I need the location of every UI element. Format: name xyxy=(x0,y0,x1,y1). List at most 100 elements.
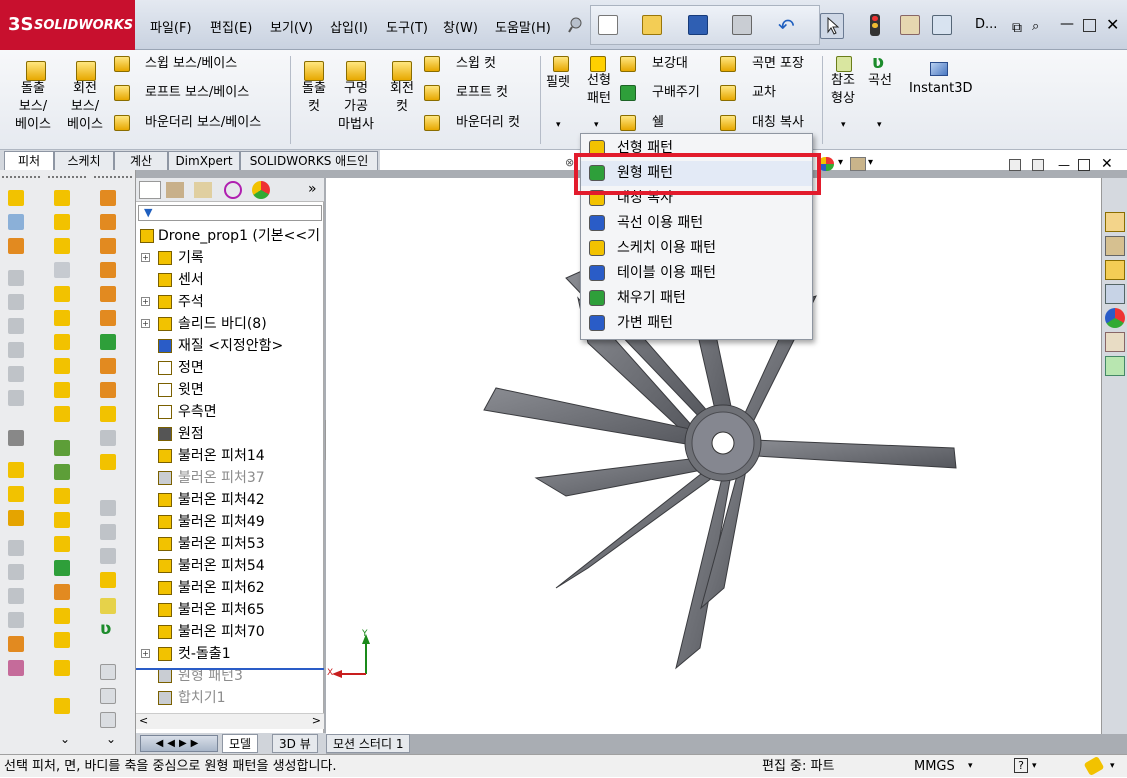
expand-toggle-icon[interactable]: + xyxy=(141,319,150,328)
feature-icon[interactable] xyxy=(54,440,70,456)
sketch-tool-icon[interactable] xyxy=(8,270,24,286)
sketch-tool-icon[interactable] xyxy=(8,342,24,358)
menu-edit[interactable]: 편집(E) xyxy=(210,17,252,36)
sketch-tool-icon[interactable] xyxy=(8,390,24,406)
tab-motion-study[interactable]: 모션 스터디 1 xyxy=(326,734,411,753)
split-view-icon[interactable] xyxy=(1032,159,1044,171)
modify-icon[interactable] xyxy=(100,238,116,254)
chevron-down-icon[interactable]: ⌄ xyxy=(60,732,70,746)
feature-icon[interactable] xyxy=(54,464,70,480)
modify-icon[interactable] xyxy=(100,214,116,230)
feature-icon[interactable] xyxy=(54,334,70,350)
maximize-button[interactable] xyxy=(1083,19,1096,32)
feature-icon[interactable] xyxy=(54,358,70,374)
modify-icon[interactable] xyxy=(100,524,116,540)
feature-icon[interactable] xyxy=(54,608,70,624)
tool-icon[interactable] xyxy=(8,612,24,628)
intersect-button[interactable]: 교차 xyxy=(752,84,776,102)
wrap-button[interactable]: 곡면 포장 xyxy=(752,55,804,73)
part-icon[interactable] xyxy=(8,486,24,502)
sweep-icon[interactable] xyxy=(8,238,24,254)
chevron-down-icon[interactable]: ⌄ xyxy=(106,732,116,746)
display-manager-tab-icon[interactable] xyxy=(252,181,270,199)
feature-icon[interactable] xyxy=(54,406,70,422)
pattern-menu-item[interactable]: 테이블 이용 패턴 xyxy=(581,261,812,286)
tool-icon[interactable] xyxy=(8,540,24,556)
unit-dropdown-arrow[interactable]: ▾ xyxy=(968,755,973,778)
restore-icon[interactable]: ⧉ xyxy=(1012,20,1022,36)
linear-pattern-icon[interactable] xyxy=(590,56,606,72)
modify-icon[interactable] xyxy=(100,358,116,374)
expand-toggle-icon[interactable]: + xyxy=(141,297,150,306)
boundary-cut-button[interactable]: 바운더리 컷 xyxy=(456,114,520,132)
fillet-dropdown-arrow[interactable]: ▾ xyxy=(556,120,561,130)
rib-button[interactable]: 보강대 xyxy=(652,55,688,73)
curves-icon[interactable]: ʋ xyxy=(100,619,111,639)
part-icon[interactable] xyxy=(8,510,24,526)
configuration-manager-tab-icon[interactable] xyxy=(194,182,212,198)
tab-model[interactable]: 모델 xyxy=(222,734,259,753)
feature-icon[interactable] xyxy=(54,238,70,254)
tool-icon[interactable] xyxy=(8,588,24,604)
sweep-boss-button[interactable]: 스윕 보스/베이스 xyxy=(145,55,237,73)
modify-icon[interactable] xyxy=(100,664,116,680)
tool-icon[interactable] xyxy=(8,430,24,446)
tool-icon[interactable] xyxy=(8,660,24,676)
loft-boss-button[interactable]: 로프트 보스/베이스 xyxy=(145,84,249,102)
revolve-icon[interactable] xyxy=(8,214,24,230)
fillet-button[interactable]: 필렛 xyxy=(546,74,570,92)
modify-icon[interactable] xyxy=(100,572,116,588)
pin-icon[interactable] xyxy=(567,16,583,34)
mirror-button[interactable]: 대칭 복사 xyxy=(752,114,804,132)
pattern-menu-item[interactable]: 가변 패턴 xyxy=(581,311,812,336)
modify-icon[interactable] xyxy=(100,598,116,614)
viewport-minimize-button[interactable]: — xyxy=(1058,158,1070,172)
revolve-boss-button[interactable]: 회전 보스/베이스 xyxy=(58,80,112,134)
close-icon[interactable]: ⊗ xyxy=(565,156,574,169)
modify-icon[interactable] xyxy=(100,310,116,326)
expand-panel-icon[interactable]: » xyxy=(308,181,317,197)
revolve-cut-button[interactable]: 회전 컷 xyxy=(380,80,424,116)
split-view-icon[interactable] xyxy=(1009,159,1021,171)
solidworks-logo[interactable]: 3S SOLIDWORKS xyxy=(0,0,135,50)
tag-dropdown-arrow[interactable]: ▾ xyxy=(1110,755,1115,778)
boundary-boss-button[interactable]: 바운더리 보스/베이스 xyxy=(145,114,261,132)
dimxpert-tab-icon[interactable] xyxy=(224,181,242,199)
select-arrow-icon[interactable] xyxy=(820,13,844,39)
feature-icon[interactable] xyxy=(54,584,70,600)
modify-icon[interactable] xyxy=(100,262,116,278)
property-manager-tab-icon[interactable] xyxy=(166,182,184,198)
modify-icon[interactable] xyxy=(100,454,116,470)
feature-icon[interactable] xyxy=(54,382,70,398)
view-palette-icon[interactable] xyxy=(1105,284,1125,304)
tab-features[interactable]: 피처 xyxy=(4,151,54,170)
modify-icon[interactable] xyxy=(100,334,116,350)
loft-cut-button[interactable]: 로프트 컷 xyxy=(456,84,508,102)
part-icon[interactable] xyxy=(8,462,24,478)
file-explorer-icon[interactable] xyxy=(1105,260,1125,280)
close-button[interactable]: ✕ xyxy=(1106,15,1119,34)
rollback-bar[interactable] xyxy=(136,668,324,670)
feature-icon[interactable] xyxy=(54,536,70,552)
viewport-close-button[interactable]: ✕ xyxy=(1101,156,1113,172)
expand-toggle-icon[interactable]: + xyxy=(141,649,150,658)
feature-manager-tab-icon[interactable] xyxy=(139,181,161,199)
undo-icon[interactable]: ↶ xyxy=(778,14,795,38)
modify-icon[interactable] xyxy=(100,688,116,704)
pattern-menu-item[interactable]: 채우기 패턴 xyxy=(581,286,812,311)
menu-insert[interactable]: 삽입(I) xyxy=(330,17,368,36)
design-library-icon[interactable] xyxy=(1105,236,1125,256)
reference-geometry-button[interactable]: 참조 형상 xyxy=(826,72,860,108)
tab-3d-view[interactable]: 3D 뷰 xyxy=(272,734,318,753)
forum-icon[interactable] xyxy=(1105,356,1125,376)
print-icon[interactable] xyxy=(732,15,752,35)
modify-icon[interactable] xyxy=(100,190,116,206)
chevron-down-icon[interactable]: ▾ xyxy=(868,157,873,168)
menu-window[interactable]: 창(W) xyxy=(443,17,478,36)
hole-wizard-button[interactable]: 구멍 가공 마법사 xyxy=(330,80,382,134)
sketch-tool-icon[interactable] xyxy=(8,294,24,310)
revolve-boss-icon[interactable] xyxy=(76,61,96,81)
custom-properties-icon[interactable] xyxy=(1105,332,1125,352)
reference-geometry-icon[interactable] xyxy=(836,56,852,72)
feature-icon[interactable] xyxy=(54,190,70,206)
